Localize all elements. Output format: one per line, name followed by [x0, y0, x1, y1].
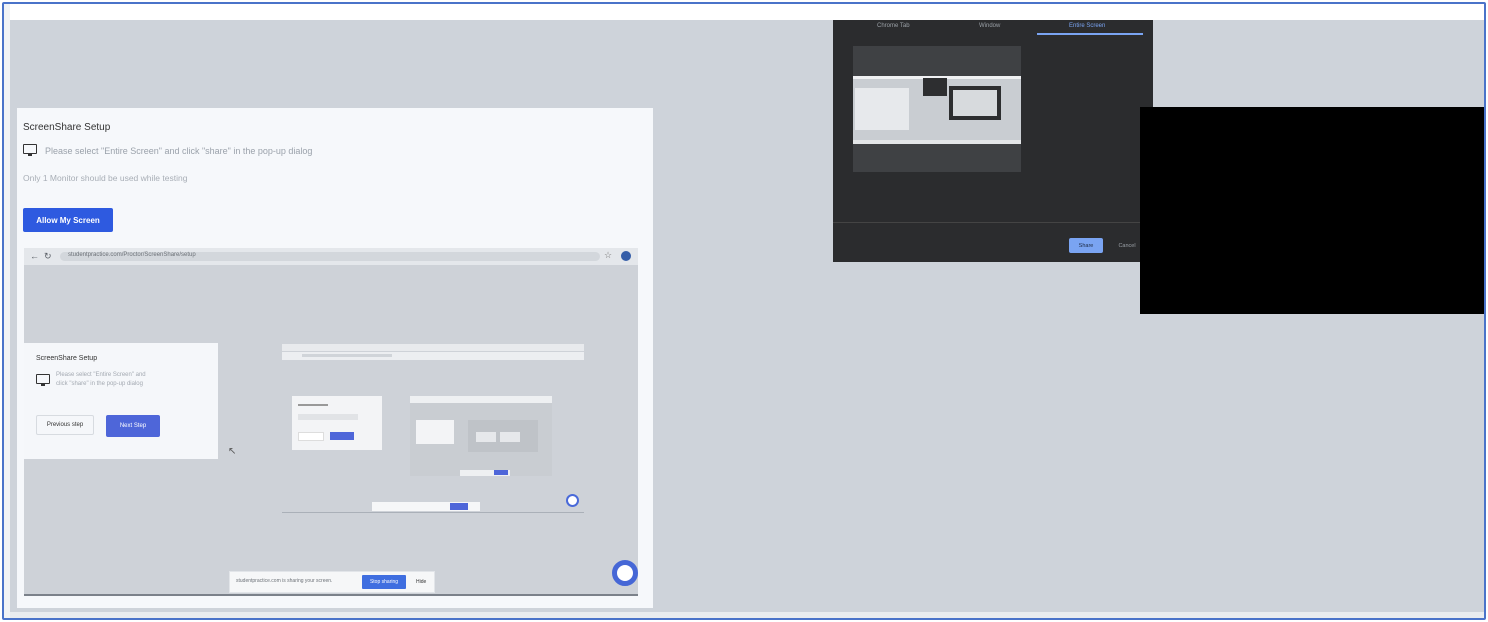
allow-my-screen-button[interactable]: Allow My Screen — [23, 208, 113, 232]
screenshot-frame: ScreenShare Setup Please select "Entire … — [2, 2, 1486, 620]
monitor-note: Only 1 Monitor should be used while test… — [23, 173, 188, 183]
chat-bubble-icon[interactable] — [612, 560, 638, 586]
previous-step-button[interactable]: Previous step — [36, 415, 94, 435]
stop-sharing-button[interactable]: Stop sharing — [362, 575, 406, 589]
dialog-divider — [833, 222, 1153, 223]
dialog-tabs: Chrome Tab Window Entire Screen — [833, 20, 1153, 36]
instruction-row: Please select "Entire Screen" and click … — [23, 144, 312, 157]
reload-icon[interactable]: ↻ — [44, 251, 52, 262]
tab-entire-screen[interactable]: Entire Screen — [1069, 23, 1105, 29]
inner-setup-title: ScreenShare Setup — [36, 355, 98, 362]
profile-avatar[interactable] — [621, 251, 631, 261]
back-icon[interactable]: ← — [30, 251, 39, 261]
share-screen-dialog: Chrome Tab Window Entire Screen Share Ca… — [833, 20, 1153, 262]
inner-setup-card: ScreenShare Setup Please select "Entire … — [24, 343, 218, 459]
selected-tab-indicator — [1037, 33, 1143, 35]
inner-instruction-text: Please select "Entire Screen" and click … — [56, 372, 146, 387]
share-button[interactable]: Share — [1069, 238, 1103, 253]
desktop-bottom-strip — [10, 612, 1484, 618]
sharing-message: studentpractice.com is sharing your scre… — [236, 578, 333, 584]
shared-screen-preview: ← ↻ studentpractice.com/Proctor/ScreenSh… — [24, 248, 638, 596]
black-window — [1140, 107, 1484, 314]
screen-thumbnail[interactable] — [853, 76, 1021, 144]
address-bar[interactable]: studentpractice.com/Proctor/ScreenShare/… — [60, 252, 600, 261]
screenshare-setup-card: ScreenShare Setup Please select "Entire … — [17, 108, 653, 608]
sharing-notification-bar: studentpractice.com is sharing your scre… — [229, 571, 435, 593]
bookmark-star-icon[interactable]: ☆ — [604, 250, 612, 261]
recursive-screen-thumbnail — [282, 344, 584, 514]
mouse-cursor-icon: ↖ — [228, 446, 237, 457]
monitor-icon — [23, 144, 37, 157]
cancel-button[interactable]: Cancel — [1111, 238, 1143, 253]
tab-window[interactable]: Window — [979, 23, 1000, 29]
hide-button[interactable]: Hide — [410, 575, 430, 589]
inner-monitor-icon — [36, 374, 50, 387]
next-step-button[interactable]: Next Step — [106, 415, 160, 437]
browser-toolbar: ← ↻ studentpractice.com/Proctor/ScreenSh… — [24, 248, 638, 265]
tab-chrome-tab[interactable]: Chrome Tab — [877, 23, 910, 29]
instruction-text: Please select "Entire Screen" and click … — [45, 145, 313, 156]
url-text: studentpractice.com/Proctor/ScreenShare/… — [68, 252, 196, 258]
setup-title: ScreenShare Setup — [23, 122, 111, 133]
